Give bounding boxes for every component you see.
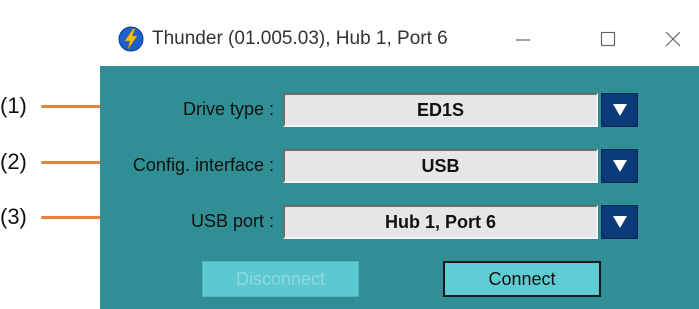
callout-2: (2) <box>0 149 116 174</box>
disconnect-button[interactable]: Disconnect <box>202 261 359 297</box>
window-title: Thunder (01.005.03), Hub 1, Port 6 <box>152 28 448 49</box>
maximize-icon[interactable] <box>588 22 628 56</box>
drive-type-label: Drive type : <box>182 99 274 119</box>
client-area: Drive type : ED1S Config. interface : US… <box>100 66 699 309</box>
usb-port-select[interactable]: Hub 1, Port 6 <box>283 205 638 239</box>
callout-1-label: (1) <box>0 93 27 118</box>
config-interface-dropdown-button[interactable] <box>601 149 638 183</box>
callout-3-label: (3) <box>0 204 27 229</box>
config-interface-value[interactable]: USB <box>283 149 598 183</box>
usb-port-label: USB port : <box>190 211 274 231</box>
usb-port-dropdown-button[interactable] <box>601 205 638 239</box>
drive-type-value[interactable]: ED1S <box>283 93 598 127</box>
connect-button[interactable]: Connect <box>443 261 601 297</box>
lightning-bolt-icon <box>118 26 144 52</box>
triangle-down-icon <box>612 104 627 116</box>
app-window: Thunder (01.005.03), Hub 1, Port 6 Drive… <box>100 14 699 309</box>
triangle-down-icon <box>612 216 627 228</box>
triangle-down-icon <box>612 160 627 172</box>
drive-type-select[interactable]: ED1S <box>283 93 638 127</box>
minimize-icon[interactable] <box>503 22 543 56</box>
usb-port-value[interactable]: Hub 1, Port 6 <box>283 205 598 239</box>
config-interface-label: Config. interface : <box>132 155 274 175</box>
title-bar[interactable]: Thunder (01.005.03), Hub 1, Port 6 <box>100 14 699 66</box>
config-interface-select[interactable]: USB <box>283 149 638 183</box>
drive-type-dropdown-button[interactable] <box>601 93 638 127</box>
close-icon[interactable] <box>653 22 693 56</box>
callout-2-label: (2) <box>0 149 27 174</box>
